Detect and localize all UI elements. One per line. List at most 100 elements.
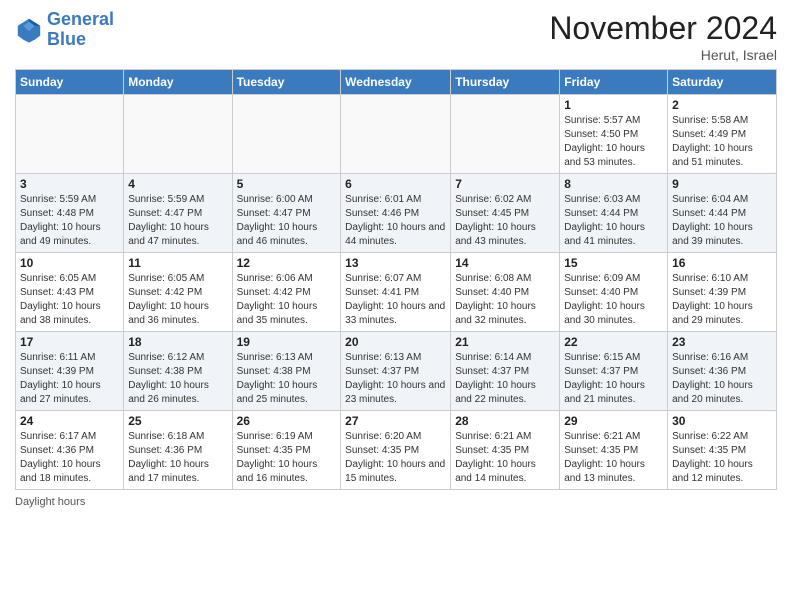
calendar-cell: 27 Sunrise: 6:20 AMSunset: 4:35 PMDayligh… xyxy=(341,411,451,490)
footer: Daylight hours xyxy=(15,496,777,508)
calendar-cell xyxy=(341,95,451,174)
day-info: Sunrise: 6:10 AMSunset: 4:39 PMDaylight:… xyxy=(672,272,772,328)
day-header-tuesday: Tuesday xyxy=(232,70,341,95)
day-number: 2 xyxy=(672,98,772,112)
calendar-cell: 7 Sunrise: 6:02 AMSunset: 4:45 PMDaylight… xyxy=(451,174,560,253)
day-number: 8 xyxy=(564,177,663,191)
day-info: Sunrise: 6:20 AMSunset: 4:35 PMDaylight:… xyxy=(345,430,446,486)
day-info: Sunrise: 6:18 AMSunset: 4:36 PMDaylight:… xyxy=(128,430,227,486)
month-title: November 2024 xyxy=(549,10,777,47)
day-number: 7 xyxy=(455,177,555,191)
day-info: Sunrise: 6:16 AMSunset: 4:36 PMDaylight:… xyxy=(672,351,772,407)
calendar-cell xyxy=(451,95,560,174)
day-number: 29 xyxy=(564,414,663,428)
calendar: SundayMondayTuesdayWednesdayThursdayFrid… xyxy=(15,69,777,490)
day-number: 6 xyxy=(345,177,446,191)
calendar-cell: 10 Sunrise: 6:05 AMSunset: 4:43 PMDayligh… xyxy=(16,253,124,332)
calendar-cell: 2 Sunrise: 5:58 AMSunset: 4:49 PMDaylight… xyxy=(668,95,777,174)
day-header-sunday: Sunday xyxy=(16,70,124,95)
logo: General Blue xyxy=(15,10,114,50)
day-number: 5 xyxy=(237,177,337,191)
day-header-monday: Monday xyxy=(124,70,232,95)
calendar-week-5: 24Sunrise: 6:17 AMSunset: 4:36 PMDayligh… xyxy=(16,411,777,490)
day-number: 14 xyxy=(455,256,555,270)
day-info: Sunrise: 6:21 AMSunset: 4:35 PMDaylight:… xyxy=(564,430,663,486)
day-info: Sunrise: 6:17 AMSunset: 4:36 PMDaylight:… xyxy=(20,430,119,486)
day-number: 11 xyxy=(128,256,227,270)
day-number: 1 xyxy=(564,98,663,112)
calendar-cell: 13Sunrise: 6:07 AMSunset: 4:41 PMDayligh… xyxy=(341,253,451,332)
day-info: Sunrise: 6:08 AMSunset: 4:40 PMDaylight:… xyxy=(455,272,555,328)
location: Herut, Israel xyxy=(549,47,777,63)
logo-blue: Blue xyxy=(47,29,86,49)
day-info: Sunrise: 6:02 AMSunset: 4:45 PMDaylight:… xyxy=(455,193,555,249)
logo-text: General Blue xyxy=(47,10,114,50)
day-info: Sunrise: 6:05 AMSunset: 4:43 PMDaylight:… xyxy=(20,272,119,328)
day-number: 23 xyxy=(672,335,772,349)
day-number: 20 xyxy=(345,335,446,349)
day-info: Sunrise: 6:15 AMSunset: 4:37 PMDaylight:… xyxy=(564,351,663,407)
calendar-cell: 11 Sunrise: 6:05 AMSunset: 4:42 PMDayligh… xyxy=(124,253,232,332)
calendar-cell: 24Sunrise: 6:17 AMSunset: 4:36 PMDayligh… xyxy=(16,411,124,490)
calendar-cell: 17 Sunrise: 6:11 AMSunset: 4:39 PMDayligh… xyxy=(16,332,124,411)
day-info: Sunrise: 6:01 AMSunset: 4:46 PMDaylight:… xyxy=(345,193,446,249)
day-number: 21 xyxy=(455,335,555,349)
day-info: Sunrise: 6:06 AMSunset: 4:42 PMDaylight:… xyxy=(237,272,337,328)
day-info: Sunrise: 6:05 AMSunset: 4:42 PMDaylight:… xyxy=(128,272,227,328)
day-info: Sunrise: 6:00 AMSunset: 4:47 PMDaylight:… xyxy=(237,193,337,249)
calendar-cell: 30Sunrise: 6:22 AMSunset: 4:35 PMDayligh… xyxy=(668,411,777,490)
day-number: 18 xyxy=(128,335,227,349)
day-number: 17 xyxy=(20,335,119,349)
day-number: 12 xyxy=(237,256,337,270)
day-number: 13 xyxy=(345,256,446,270)
title-block: November 2024 Herut, Israel xyxy=(549,10,777,63)
day-info: Sunrise: 5:59 AMSunset: 4:48 PMDaylight:… xyxy=(20,193,119,249)
calendar-week-1: 1 Sunrise: 5:57 AMSunset: 4:50 PMDaylight… xyxy=(16,95,777,174)
day-info: Sunrise: 6:19 AMSunset: 4:35 PMDaylight:… xyxy=(237,430,337,486)
calendar-cell: 23 Sunrise: 6:16 AMSunset: 4:36 PMDayligh… xyxy=(668,332,777,411)
day-info: Sunrise: 5:57 AMSunset: 4:50 PMDaylight:… xyxy=(564,114,663,170)
calendar-week-2: 3 Sunrise: 5:59 AMSunset: 4:48 PMDaylight… xyxy=(16,174,777,253)
day-number: 26 xyxy=(237,414,337,428)
day-number: 25 xyxy=(128,414,227,428)
day-number: 28 xyxy=(455,414,555,428)
day-header-saturday: Saturday xyxy=(668,70,777,95)
calendar-cell: 19Sunrise: 6:13 AMSunset: 4:38 PMDayligh… xyxy=(232,332,341,411)
day-info: Sunrise: 5:58 AMSunset: 4:49 PMDaylight:… xyxy=(672,114,772,170)
day-number: 27 xyxy=(345,414,446,428)
day-info: Sunrise: 6:21 AMSunset: 4:35 PMDaylight:… xyxy=(455,430,555,486)
day-header-wednesday: Wednesday xyxy=(341,70,451,95)
day-info: Sunrise: 6:14 AMSunset: 4:37 PMDaylight:… xyxy=(455,351,555,407)
day-info: Sunrise: 6:13 AMSunset: 4:38 PMDaylight:… xyxy=(237,351,337,407)
day-number: 4 xyxy=(128,177,227,191)
day-number: 9 xyxy=(672,177,772,191)
day-number: 22 xyxy=(564,335,663,349)
calendar-cell: 4 Sunrise: 5:59 AMSunset: 4:47 PMDaylight… xyxy=(124,174,232,253)
day-header-thursday: Thursday xyxy=(451,70,560,95)
calendar-cell xyxy=(124,95,232,174)
day-info: Sunrise: 6:11 AMSunset: 4:39 PMDaylight:… xyxy=(20,351,119,407)
day-info: Sunrise: 6:13 AMSunset: 4:37 PMDaylight:… xyxy=(345,351,446,407)
calendar-cell: 8Sunrise: 6:03 AMSunset: 4:44 PMDaylight… xyxy=(560,174,668,253)
calendar-cell: 9Sunrise: 6:04 AMSunset: 4:44 PMDaylight… xyxy=(668,174,777,253)
calendar-cell: 29 Sunrise: 6:21 AMSunset: 4:35 PMDayligh… xyxy=(560,411,668,490)
calendar-cell: 1 Sunrise: 5:57 AMSunset: 4:50 PMDaylight… xyxy=(560,95,668,174)
calendar-cell: 5 Sunrise: 6:00 AMSunset: 4:47 PMDaylight… xyxy=(232,174,341,253)
day-info: Sunrise: 5:59 AMSunset: 4:47 PMDaylight:… xyxy=(128,193,227,249)
calendar-header-row: SundayMondayTuesdayWednesdayThursdayFrid… xyxy=(16,70,777,95)
calendar-cell: 20 Sunrise: 6:13 AMSunset: 4:37 PMDayligh… xyxy=(341,332,451,411)
calendar-cell: 22 Sunrise: 6:15 AMSunset: 4:37 PMDayligh… xyxy=(560,332,668,411)
calendar-cell: 6 Sunrise: 6:01 AMSunset: 4:46 PMDaylight… xyxy=(341,174,451,253)
day-number: 3 xyxy=(20,177,119,191)
day-number: 10 xyxy=(20,256,119,270)
day-info: Sunrise: 6:09 AMSunset: 4:40 PMDaylight:… xyxy=(564,272,663,328)
calendar-cell: 18Sunrise: 6:12 AMSunset: 4:38 PMDayligh… xyxy=(124,332,232,411)
calendar-cell: 26 Sunrise: 6:19 AMSunset: 4:35 PMDayligh… xyxy=(232,411,341,490)
calendar-cell xyxy=(16,95,124,174)
day-number: 16 xyxy=(672,256,772,270)
calendar-cell: 28 Sunrise: 6:21 AMSunset: 4:35 PMDayligh… xyxy=(451,411,560,490)
page: General Blue November 2024 Herut, Israel… xyxy=(0,0,792,518)
day-header-friday: Friday xyxy=(560,70,668,95)
header: General Blue November 2024 Herut, Israel xyxy=(15,10,777,63)
calendar-cell: 21 Sunrise: 6:14 AMSunset: 4:37 PMDayligh… xyxy=(451,332,560,411)
